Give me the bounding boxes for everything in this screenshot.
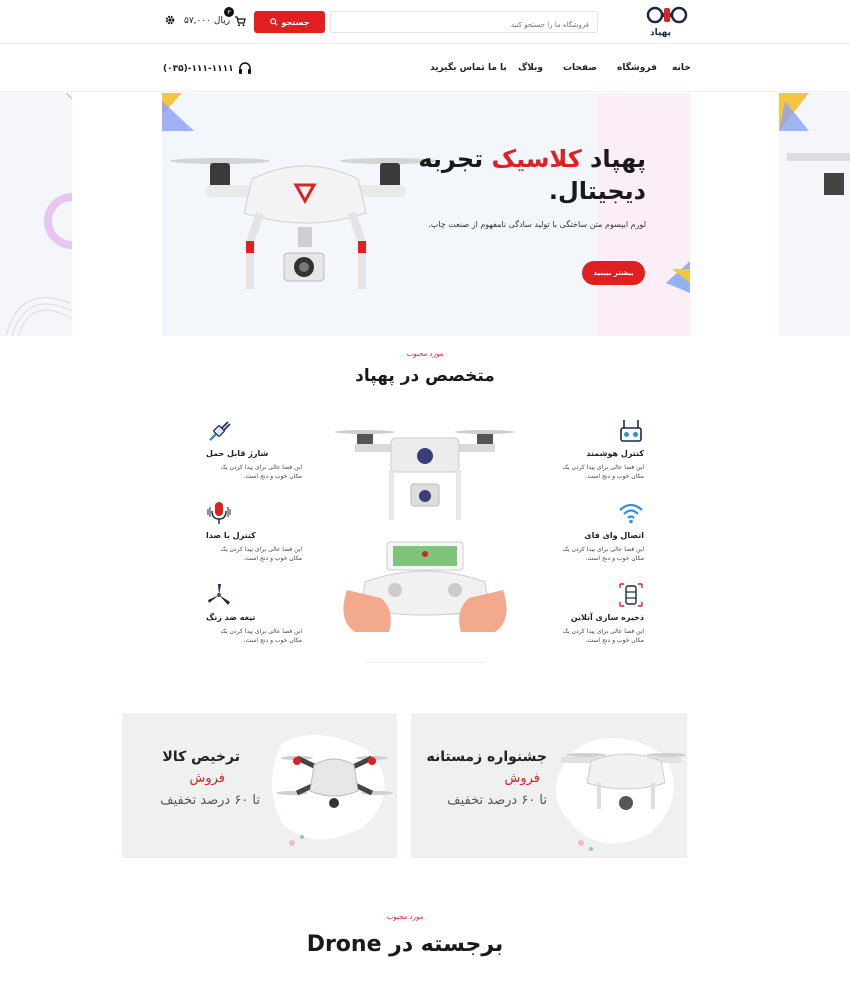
promo-banner-winter[interactable]: جشنواره زمستانه فروش تا ۶۰ درصد تخفیف	[411, 713, 687, 858]
feature-desc: این فضا عالی برای پیدا کردن یک مکان خوب …	[562, 464, 644, 480]
feature-desc: این فضا عالی برای پیدا کردن یک مکان خوب …	[220, 628, 302, 644]
propeller-icon	[208, 584, 230, 605]
hero-drone-image	[162, 93, 690, 293]
remote-control-icon	[620, 420, 642, 442]
microphone-icon	[207, 502, 231, 524]
promo-title: ترخیص کالا	[162, 749, 240, 765]
hero-title-part1: پهپاد	[581, 145, 646, 173]
cart-icon	[235, 16, 246, 27]
feature-desc: این فضا عالی برای پیدا کردن یک مکان خوب …	[562, 628, 644, 644]
nav-item-contact[interactable]: با ما تماس بگیرید	[430, 63, 507, 73]
nav-item-shop[interactable]: فروشگاه	[617, 63, 657, 73]
phone-number: (۰۳۵)-۱۱۱-۱۱۱۱	[163, 63, 234, 74]
experts-kicker: مورد محبوب	[406, 350, 444, 358]
storage-icon	[619, 583, 643, 607]
search-icon	[269, 18, 278, 26]
feature-voice-control: کنترل با صدا این فضا عالی برای پیدا کردن…	[206, 500, 302, 570]
hero-description: لورم ایپسوم متن ساختگی با تولید سادگی نا…	[428, 220, 646, 229]
site-logo[interactable]: پهپاد	[646, 4, 692, 40]
plug-icon	[209, 421, 231, 441]
hero-title: پهپاد کلاسیک تجربه دیجیتال.	[418, 143, 646, 207]
drone-logo-icon	[646, 6, 688, 24]
hero-title-accent: کلاسیک	[491, 145, 582, 173]
nav-item-home[interactable]: خانه	[672, 63, 691, 73]
nav-item-blog[interactable]: وبلاگ	[518, 63, 543, 73]
gear-icon[interactable]	[164, 14, 176, 26]
main-nav: خانه فروشگاه صفحات وبلاگ با ما تماس بگیر…	[0, 44, 850, 92]
top-header: پهپاد جستجو ۵۷,۰۰۰ ریال ۳	[0, 0, 850, 44]
search-box	[330, 11, 598, 35]
feature-title: تیغه ضد زنگ	[206, 613, 256, 622]
decorative-shapes	[779, 93, 850, 195]
headset-icon	[238, 62, 251, 74]
hero-see-more-button[interactable]: بیشتر ببینید	[582, 261, 645, 285]
nav-item-pages[interactable]: صفحات	[563, 63, 597, 73]
hero-title-line2: دیجیتال.	[548, 177, 646, 205]
hero-next-slide-peek[interactable]	[779, 93, 850, 336]
cart-summary[interactable]: ۵۷,۰۰۰ ریال	[184, 12, 246, 30]
feature-desc: این فضا عالی برای پیدا کردن یک مکان خوب …	[220, 546, 302, 562]
cart-count-badge: ۳	[224, 7, 234, 17]
cart-total: ۵۷,۰۰۰ ریال	[184, 16, 231, 26]
wifi-icon	[619, 503, 643, 524]
feature-online-storage: ذخیره سازی آنلاین این فضا عالی برای پیدا…	[548, 582, 644, 652]
decorative-rings	[5, 92, 100, 337]
promo-drone-image	[272, 735, 393, 846]
promo-title: جشنواره زمستانه	[426, 749, 547, 765]
feature-title: کنترل هوشمند	[586, 449, 644, 458]
hero-title-part2: تجربه	[418, 145, 492, 173]
feature-desc: این فضا عالی برای پیدا کردن یک مکان خوب …	[562, 546, 644, 562]
feature-rustproof-blade: تیغه ضد زنگ این فضا عالی برای پیدا کردن …	[206, 582, 302, 652]
feature-title: کنترل با صدا	[206, 531, 256, 540]
feature-smart-control: کنترل هوشمند این فضا عالی برای پیدا کردن…	[548, 418, 644, 488]
logo-text: پهپاد	[650, 28, 671, 38]
search-input[interactable]	[331, 15, 597, 35]
promo-discount: تا ۶۰ درصد تخفیف	[160, 793, 260, 808]
experts-title: متخصص در پهپاد	[355, 366, 495, 386]
support-phone[interactable]: (۰۳۵)-۱۱۱-۱۱۱۱	[163, 62, 252, 75]
promo-banner-clearance[interactable]: ترخیص کالا فروش تا ۶۰ درصد تخفیف	[122, 713, 397, 858]
feature-title: ذخیره سازی آنلاین	[570, 613, 644, 622]
promo-subtitle: فروش	[189, 771, 225, 786]
search-button[interactable]: جستجو	[254, 11, 325, 33]
search-button-label: جستجو	[281, 17, 310, 27]
drone-and-controller-image	[335, 430, 515, 632]
feature-desc: این فضا عالی برای پیدا کردن یک مکان خوب …	[220, 464, 302, 480]
hero-prev-slide-peek[interactable]	[0, 92, 100, 337]
feature-title: اتصال وای فای	[584, 531, 644, 540]
promo-subtitle: فروش	[504, 771, 540, 786]
feature-wifi: اتصال وای فای این فضا عالی برای پیدا کرد…	[548, 500, 644, 570]
promo-drone-image	[556, 738, 686, 851]
divider	[365, 662, 485, 663]
hero-slider: پهپاد کلاسیک تجربه دیجیتال. لورم ایپسوم …	[162, 93, 690, 336]
featured-title: برجسته در Drone	[306, 932, 504, 957]
promo-discount: تا ۶۰ درصد تخفیف	[447, 793, 547, 808]
feature-title: شارژ قابل حمل	[206, 449, 269, 458]
featured-kicker: مورد محبوب	[386, 913, 424, 921]
feature-portable-charge: شارژ قابل حمل این فضا عالی برای پیدا کرد…	[206, 418, 302, 488]
